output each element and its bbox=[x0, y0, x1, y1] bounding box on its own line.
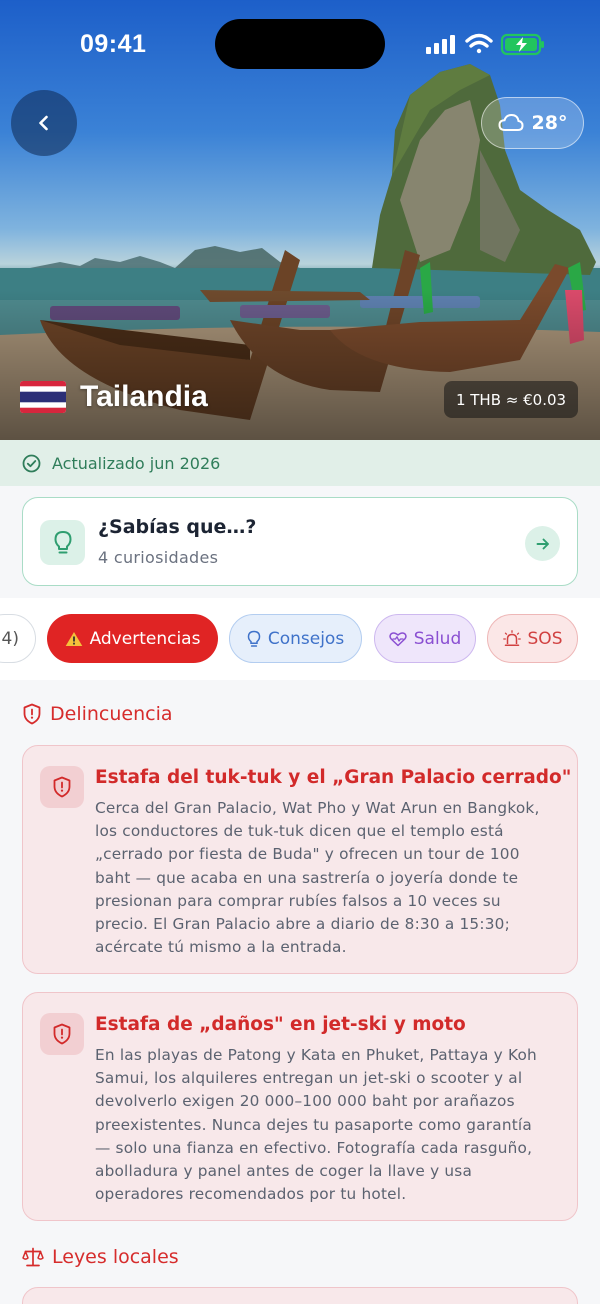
shield-alert-icon bbox=[53, 1023, 71, 1045]
alert-body-line: precio. El Gran Palacio abre a diario de… bbox=[95, 915, 510, 934]
tab-partial[interactable]: 4) bbox=[0, 614, 36, 663]
alert-body-line: — solo una fianza en efectivo. Fotografí… bbox=[95, 1138, 533, 1157]
tab-warnings[interactable]: Advertencias bbox=[47, 614, 218, 663]
alert-body: En las playas de Patong y Kata en Phuket… bbox=[95, 1044, 565, 1206]
updated-text: Actualizado jun 2026 bbox=[52, 453, 221, 473]
facts-arrow-button[interactable] bbox=[525, 526, 560, 561]
tab-partial-label: 4) bbox=[1, 628, 19, 649]
arrow-right-icon bbox=[536, 538, 549, 549]
alert-card[interactable]: Estafa de „daños" en jet-ski y moto En l… bbox=[22, 992, 578, 1221]
lightbulb-icon bbox=[54, 530, 71, 553]
alert-body-line: presionan para comprar rubíes falsos a 1… bbox=[95, 891, 501, 910]
back-button[interactable] bbox=[11, 90, 77, 156]
signal-icon bbox=[426, 35, 455, 54]
tab-sos[interactable]: SOS bbox=[487, 614, 578, 663]
alert-body-line: acércate tú mismo a la entrada. bbox=[95, 938, 347, 957]
alert-body-line: baht — que acaba en una sastrería o joye… bbox=[95, 868, 519, 887]
shield-alert-icon bbox=[53, 776, 71, 798]
category-tabs: 4) Advertencias Consejos Salud SOS bbox=[0, 598, 600, 680]
alert-title: Estafa de „daños" en jet-ski y moto bbox=[95, 1014, 466, 1035]
cloud-icon bbox=[498, 113, 524, 131]
alert-body-line: preexistentes. Nunca dejes tu pasaporte … bbox=[95, 1115, 532, 1134]
alert-card-partial[interactable] bbox=[22, 1287, 578, 1304]
check-circle-icon bbox=[22, 454, 41, 472]
exchange-rate-badge: 1 THB ≈ €0.03 bbox=[444, 381, 578, 418]
alert-icon-box bbox=[40, 766, 84, 808]
alert-body-line: devolverlo exigen 20 000–100 000 baht po… bbox=[95, 1092, 515, 1111]
hero-image: 09:41 28° Tailandia 1 THB ≈ €0.03 bbox=[0, 0, 600, 440]
alert-body-line: En las playas de Patong y Kata en Phuket… bbox=[95, 1046, 537, 1064]
thailand-flag-icon bbox=[20, 381, 66, 413]
lightbulb-icon bbox=[247, 630, 261, 647]
tab-tips[interactable]: Consejos bbox=[229, 614, 362, 663]
warning-icon bbox=[65, 631, 82, 646]
heart-pulse-icon bbox=[389, 631, 407, 646]
alert-icon-box bbox=[40, 1013, 84, 1055]
alert-body-line: operadores recomendados por tu hotel. bbox=[95, 1185, 407, 1204]
did-you-know-card[interactable]: ¿Sabías que…? 4 curiosidades bbox=[22, 497, 578, 586]
facts-title: ¿Sabías que…? bbox=[98, 516, 257, 538]
updated-banner: Actualizado jun 2026 bbox=[0, 440, 600, 486]
section-header-crime: Delincuencia bbox=[22, 703, 173, 725]
tab-health[interactable]: Salud bbox=[374, 614, 476, 663]
country-name: Tailandia bbox=[80, 380, 208, 413]
alert-title: Estafa del tuk-tuk y el „Gran Palacio ce… bbox=[95, 767, 572, 788]
scales-icon bbox=[22, 1247, 44, 1267]
weather-temperature: 28° bbox=[531, 112, 568, 134]
facts-icon-box bbox=[40, 520, 85, 565]
status-time: 09:41 bbox=[80, 30, 147, 58]
chevron-left-icon bbox=[39, 115, 48, 131]
shield-icon bbox=[23, 703, 41, 725]
status-bar: 09:41 bbox=[0, 0, 600, 90]
alert-body-line: Cerca del Gran Palacio, Wat Pho y Wat Ar… bbox=[95, 799, 540, 817]
status-icons bbox=[426, 33, 544, 56]
section-title-crime: Delincuencia bbox=[50, 703, 173, 725]
alert-body-line: Samui, los alquileres entregan un jet-sk… bbox=[95, 1069, 523, 1088]
facts-subtitle: 4 curiosidades bbox=[98, 548, 219, 567]
alert-body-line: abolladura y panel antes de coger la lla… bbox=[95, 1162, 473, 1181]
tab-sos-label: SOS bbox=[527, 628, 563, 649]
battery-charging-icon bbox=[500, 33, 544, 56]
country-header: Tailandia bbox=[20, 380, 208, 414]
alert-body-line: „cerrado por fiesta de Buda" y ofrecen u… bbox=[95, 845, 520, 864]
alert-card[interactable]: Estafa del tuk-tuk y el „Gran Palacio ce… bbox=[22, 745, 578, 974]
alert-body-line: los conductores de tuk-tuk dicen que el … bbox=[95, 822, 504, 841]
section-header-local-laws: Leyes locales bbox=[22, 1246, 179, 1268]
dynamic-island bbox=[215, 19, 385, 69]
alert-body: Cerca del Gran Palacio, Wat Pho y Wat Ar… bbox=[95, 797, 565, 959]
wifi-icon bbox=[465, 33, 493, 54]
siren-icon bbox=[502, 630, 521, 647]
weather-badge[interactable]: 28° bbox=[481, 97, 584, 149]
tab-health-label: Salud bbox=[413, 628, 462, 649]
tab-warnings-label: Advertencias bbox=[89, 628, 201, 649]
section-title-local-laws: Leyes locales bbox=[52, 1246, 179, 1268]
tab-tips-label: Consejos bbox=[267, 628, 345, 649]
